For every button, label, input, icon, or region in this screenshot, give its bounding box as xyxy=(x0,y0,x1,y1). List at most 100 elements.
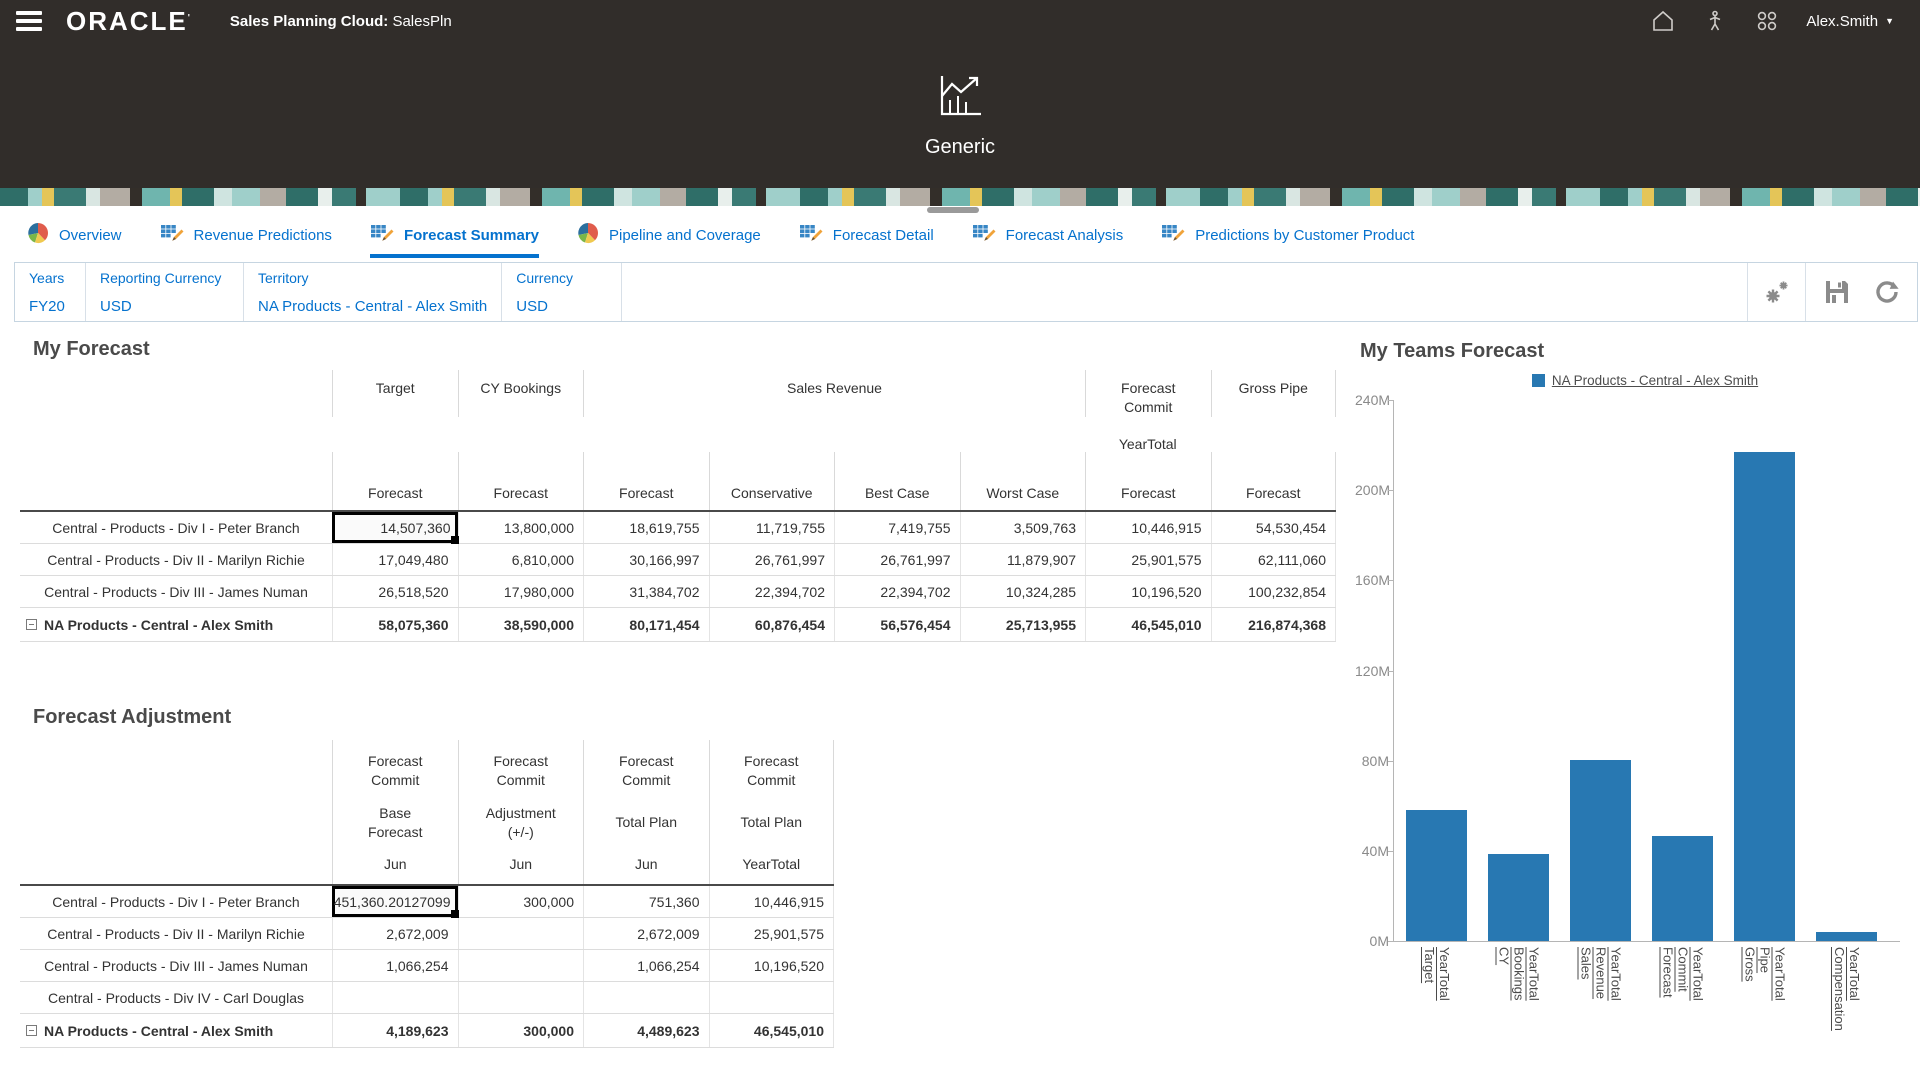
data-cell[interactable]: 10,196,520 xyxy=(1085,576,1211,607)
data-cell[interactable]: 26,761,997 xyxy=(834,544,960,575)
data-cell[interactable]: 6,810,000 xyxy=(458,544,584,575)
data-cell[interactable]: 25,713,955 xyxy=(960,608,1086,641)
data-cell[interactable]: 17,980,000 xyxy=(458,576,584,607)
data-cell[interactable]: 22,394,702 xyxy=(709,576,835,607)
save-icon[interactable] xyxy=(1823,278,1851,306)
data-cell[interactable]: 1,066,254 xyxy=(332,950,458,981)
data-cell[interactable]: 10,196,520 xyxy=(709,950,835,981)
y-tick-mark xyxy=(1388,671,1393,672)
person-icon[interactable] xyxy=(1702,8,1728,34)
data-cell[interactable]: 54,530,454 xyxy=(1211,512,1337,543)
tab-forecast-detail[interactable]: Forecast Detail xyxy=(799,222,934,258)
x-axis-label-line[interactable]: Revenue xyxy=(1594,947,1608,1001)
data-cell[interactable]: 22,394,702 xyxy=(834,576,960,607)
data-cell[interactable]: 216,874,368 xyxy=(1211,608,1337,641)
data-cell[interactable]: 300,000 xyxy=(458,1014,584,1047)
data-cell[interactable]: 31,384,702 xyxy=(583,576,709,607)
x-axis-label-line[interactable]: YearTotal xyxy=(1773,947,1787,1001)
tab-revenue-predictions[interactable]: Revenue Predictions xyxy=(160,222,332,258)
user-menu[interactable]: Alex.Smith ▼ xyxy=(1806,13,1894,30)
hamburger-menu-icon[interactable] xyxy=(16,11,42,31)
x-axis-label-line[interactable]: Compensation xyxy=(1832,947,1846,1031)
data-cell[interactable]: 30,166,997 xyxy=(583,544,709,575)
data-cell[interactable]: 1,066,254 xyxy=(583,950,709,981)
data-cell[interactable] xyxy=(458,918,584,949)
data-cell[interactable]: 25,901,575 xyxy=(709,918,835,949)
bar-compensation-yeartotal[interactable] xyxy=(1816,932,1877,941)
data-cell[interactable]: 4,189,623 xyxy=(332,1014,458,1047)
x-axis-label-line[interactable]: Pipe xyxy=(1758,947,1772,1001)
fa-col-measure: ForecastCommit xyxy=(584,752,709,790)
data-cell[interactable]: 58,075,360 xyxy=(332,608,458,641)
x-axis-label-line[interactable]: CY xyxy=(1497,947,1511,1001)
data-cell[interactable]: 300,000 xyxy=(458,886,584,917)
data-cell[interactable]: 14,507,360 xyxy=(332,512,458,543)
data-cell[interactable]: 18,619,755 xyxy=(583,512,709,543)
tab-overview[interactable]: Overview xyxy=(27,222,122,258)
data-cell[interactable]: 10,446,915 xyxy=(1085,512,1211,543)
x-axis-label-line[interactable]: Forecast xyxy=(1661,947,1675,1001)
data-cell[interactable]: 80,171,454 xyxy=(583,608,709,641)
data-cell[interactable]: 62,111,060 xyxy=(1211,544,1337,575)
data-cell[interactable]: 17,049,480 xyxy=(332,544,458,575)
data-cell[interactable]: 2,672,009 xyxy=(332,918,458,949)
data-cell[interactable]: 751,360 xyxy=(583,886,709,917)
data-cell[interactable]: 451,360.20127099 xyxy=(332,886,458,917)
data-cell[interactable]: 26,518,520 xyxy=(332,576,458,607)
data-cell[interactable]: 7,419,755 xyxy=(834,512,960,543)
data-cell[interactable]: 13,800,000 xyxy=(458,512,584,543)
x-axis-label-line[interactable]: Bookings xyxy=(1512,947,1526,1001)
bar-target-yeartotal[interactable] xyxy=(1406,810,1467,941)
tab-forecast-analysis[interactable]: Forecast Analysis xyxy=(972,222,1124,258)
data-cell[interactable]: 56,576,454 xyxy=(834,608,960,641)
collapse-icon[interactable] xyxy=(26,1025,37,1036)
tab-forecast-summary[interactable]: Forecast Summary xyxy=(370,222,539,258)
x-axis-label-line[interactable]: YearTotal xyxy=(1609,947,1623,1001)
bar-cy-bookings-yeartotal[interactable] xyxy=(1488,854,1549,941)
pov-item-years[interactable]: YearsFY20 xyxy=(15,263,86,321)
refresh-icon[interactable] xyxy=(1873,278,1901,306)
data-cell[interactable]: 2,672,009 xyxy=(583,918,709,949)
settings-gears-icon[interactable] xyxy=(1762,277,1792,307)
data-cell[interactable] xyxy=(458,950,584,981)
x-axis-label-line[interactable]: Gross xyxy=(1743,947,1757,1001)
tab-predictions-by-customer-product[interactable]: Predictions by Customer Product xyxy=(1161,222,1414,258)
x-axis-label-line[interactable]: Target xyxy=(1422,947,1436,1001)
data-cell[interactable]: 46,545,010 xyxy=(709,1014,835,1047)
home-icon[interactable] xyxy=(1650,8,1676,34)
data-cell[interactable]: 10,446,915 xyxy=(709,886,835,917)
pov-item-territory[interactable]: TerritoryNA Products - Central - Alex Sm… xyxy=(244,263,502,321)
data-cell[interactable] xyxy=(583,982,709,1013)
data-cell[interactable]: 10,324,285 xyxy=(960,576,1086,607)
banner-drag-handle[interactable] xyxy=(927,207,979,213)
data-cell[interactable] xyxy=(332,982,458,1013)
x-axis-label-line[interactable]: YearTotal xyxy=(1847,947,1861,1031)
y-tick-label: 40M xyxy=(1355,843,1389,859)
data-cell[interactable] xyxy=(709,982,835,1013)
data-cell[interactable]: 60,876,454 xyxy=(709,608,835,641)
bar-forecast-commit-yeartotal[interactable] xyxy=(1652,836,1713,941)
collapse-icon[interactable] xyxy=(26,619,37,630)
data-cell[interactable]: 46,545,010 xyxy=(1085,608,1211,641)
navigator-grid-icon[interactable] xyxy=(1754,8,1780,34)
pov-item-currency[interactable]: CurrencyUSD xyxy=(502,263,622,321)
x-axis-label-line[interactable]: Commit xyxy=(1676,947,1690,1001)
x-axis-label-line[interactable]: Sales xyxy=(1579,947,1593,1001)
data-cell[interactable]: 100,232,854 xyxy=(1211,576,1337,607)
data-cell[interactable] xyxy=(458,982,584,1013)
data-cell[interactable]: 38,590,000 xyxy=(458,608,584,641)
data-cell[interactable]: 25,901,575 xyxy=(1085,544,1211,575)
data-cell[interactable]: 11,719,755 xyxy=(709,512,835,543)
data-cell[interactable]: 3,509,763 xyxy=(960,512,1086,543)
x-axis-label-line[interactable]: YearTotal xyxy=(1527,947,1541,1001)
pov-item-reporting-currency[interactable]: Reporting CurrencyUSD xyxy=(86,263,244,321)
data-cell[interactable]: 4,489,623 xyxy=(583,1014,709,1047)
tab-pipeline-and-coverage[interactable]: Pipeline and Coverage xyxy=(577,222,761,258)
row-label: NA Products - Central - Alex Smith xyxy=(20,617,332,633)
data-cell[interactable]: 26,761,997 xyxy=(709,544,835,575)
bar-sales-revenue-yeartotal[interactable] xyxy=(1570,760,1631,941)
x-axis-label-line[interactable]: YearTotal xyxy=(1437,947,1451,1001)
x-axis-label-line[interactable]: YearTotal xyxy=(1691,947,1705,1001)
bar-gross-pipe-yeartotal[interactable] xyxy=(1734,452,1795,941)
data-cell[interactable]: 11,879,907 xyxy=(960,544,1086,575)
